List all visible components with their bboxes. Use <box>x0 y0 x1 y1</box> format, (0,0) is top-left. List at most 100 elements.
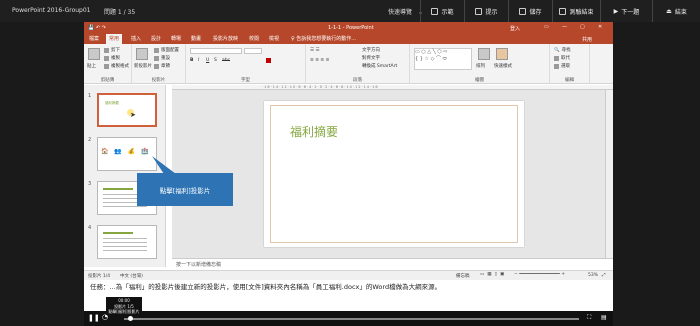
view-buttons[interactable]: ▭▦▯▣ <box>480 272 507 277</box>
align-buttons[interactable]: ≡ ≡ ≡ ≡ <box>310 58 329 63</box>
progress-knob[interactable] <box>128 316 133 321</box>
bullets-button[interactable]: ☰ ☰ <box>310 48 320 53</box>
tab-review[interactable]: 校閱 <box>246 34 262 44</box>
next-icon: ▶ <box>613 7 619 15</box>
arrange-button[interactable]: 排列 <box>476 63 485 69</box>
ribbon-tabs: 檔案 常用 插入 設計 轉場 動畫 投影片放映 校閱 檢視 ♀ 告訴我您想要執行… <box>84 34 613 44</box>
select-icon <box>554 63 559 69</box>
group-label-font: 字型 <box>241 78 250 83</box>
minimize-icon[interactable]: — <box>562 24 567 30</box>
ribbon: 貼上 剪下 複製 複製格式 剪貼簿 新投影片 版面配置 重設 章節 投影片 B … <box>84 44 613 84</box>
exit-button[interactable]: ⏏ 結束 <box>652 0 700 22</box>
shapes-gallery[interactable]: ▭ ○ △ ╲ ⬡ ⇨{ } ☆ ◇ ⌒ ⬭ <box>414 48 472 70</box>
new-slide-button[interactable]: 新投影片 <box>134 63 152 69</box>
signin-link[interactable]: 登入 <box>510 25 520 32</box>
font-color-icon <box>266 58 271 63</box>
pause-icon[interactable]: ❚❚ <box>88 314 100 322</box>
tab-view[interactable]: 檢視 <box>266 34 282 44</box>
select-button[interactable]: 選取 <box>554 63 570 69</box>
tab-design[interactable]: 設計 <box>148 34 164 44</box>
notes-pane[interactable]: 按一下以新增備忘稿 <box>172 258 613 268</box>
tab-transitions[interactable]: 轉場 <box>168 34 184 44</box>
progress-track[interactable] <box>124 318 579 320</box>
notes-toggle[interactable]: 備忘稿 <box>456 273 470 279</box>
font-name-combo[interactable] <box>190 48 242 54</box>
callout-pointer <box>152 156 176 174</box>
vertical-scrollbar[interactable] <box>605 90 613 260</box>
tab-home[interactable]: 常用 <box>106 34 123 44</box>
next-question-button[interactable]: ▶ 下一題 <box>600 0 652 22</box>
group-label-slides: 投影片 <box>151 78 166 83</box>
slide-editor: ·16·14·12·10·8·6·4·2·0·2·4·6·8·10·12·14·… <box>172 85 613 267</box>
window-title: 1-1-1 - PowerPoint <box>328 25 374 31</box>
slide-counter: 投影片 1/4 <box>88 274 111 279</box>
find-button[interactable]: 🔍 尋找 <box>554 47 571 54</box>
find-icon: 🔍 <box>554 47 560 53</box>
end-test-button[interactable]: 測驗結束 <box>552 0 600 22</box>
layout-icon <box>154 47 159 53</box>
tab-file[interactable]: 檔案 <box>86 34 102 44</box>
thumbnail-slide-1[interactable]: 福利摘要 ➤ <box>97 93 157 127</box>
quick-styles-button[interactable]: 快速樣式 <box>494 63 512 69</box>
new-slide-icon[interactable] <box>136 48 148 60</box>
group-editing: 🔍 尋找 取代 選取 編輯 <box>550 44 590 84</box>
group-label-paragraph: 段落 <box>353 78 362 83</box>
align-text-button[interactable]: 對齊文字 <box>362 55 380 61</box>
cut-icon <box>104 47 109 53</box>
tab-insert[interactable]: 插入 <box>128 34 144 44</box>
layout-button[interactable]: 版面配置 <box>154 47 179 53</box>
arrange-icon[interactable] <box>478 48 490 60</box>
thumb-title: 福利摘要 <box>105 101 119 105</box>
font-size-combo[interactable] <box>244 48 262 54</box>
cut-button[interactable]: 剪下 <box>104 47 120 53</box>
fullscreen-icon[interactable]: ⛶ <box>587 314 591 322</box>
font-color-button[interactable] <box>266 58 271 63</box>
tooltip-label: 點擊[福利]投影片 <box>108 309 140 314</box>
quick-styles-icon[interactable] <box>496 48 508 60</box>
video-player-bar: ❚❚ ◔ ⛶ ▤ <box>84 311 613 326</box>
bold-button[interactable]: B <box>190 58 193 63</box>
thumbnail-slide-2[interactable]: 🏠 👥 💰 🏥 <box>97 137 157 171</box>
tab-slideshow[interactable]: 投影片放映 <box>210 34 241 44</box>
quick-access-save-icon[interactable]: 💾 ↶ ↷ <box>88 25 106 31</box>
smartart-button[interactable]: 轉換成 SmartArt <box>362 63 397 69</box>
status-bar: 投影片 1/4 中文 (台灣) 備忘稿 ▭▦▯▣ − ━━━━━━━━━━━━━… <box>84 270 613 280</box>
demo-icon <box>431 7 439 15</box>
strikethrough-button[interactable]: abc <box>222 58 230 63</box>
slide-title[interactable]: 福利摘要 <box>290 123 338 140</box>
fit-slide-icon[interactable]: ⤢ <box>602 272 606 278</box>
zoom-slider[interactable]: − ━━━━━━━━━━━━━━━ + <box>514 272 565 277</box>
italic-button[interactable]: I <box>198 58 199 63</box>
hint-button[interactable]: 提示 <box>464 0 508 22</box>
demo-button[interactable]: 示範 <box>420 0 464 22</box>
section-button[interactable]: 章節 <box>154 63 170 69</box>
exit-icon: ⏏ <box>666 7 672 15</box>
group-drawing: ▭ ○ △ ╲ ⬡ ⇨{ } ☆ ◇ ⌒ ⬭ 排列 快速樣式 繪圖 <box>410 44 550 84</box>
text-direction-button[interactable]: 文字方向 <box>362 47 380 53</box>
slide-canvas[interactable]: 福利摘要 <box>264 101 524 247</box>
task-instructions: 任務：...為「福利」的投影片後建立新的投影片，使用[文件]資料夾內名稱為「員工… <box>84 280 613 311</box>
close-icon[interactable]: ✕ <box>598 24 602 30</box>
reset-button[interactable]: 重設 <box>154 55 170 61</box>
thumb-number: 4 <box>88 225 92 231</box>
language-dropdown[interactable]: 快速導覽 <box>388 7 423 16</box>
powerpoint-window: 💾 ↶ ↷ 1-1-1 - PowerPoint 登入 ▭ — ▢ ✕ 檔案 常… <box>84 22 613 280</box>
paste-button[interactable]: 貼上 <box>87 63 96 69</box>
share-button[interactable]: 共用 <box>582 36 592 43</box>
format-painter-button[interactable]: 複製格式 <box>104 63 129 69</box>
save-button[interactable]: 儲存 <box>508 0 552 22</box>
shadow-button[interactable]: S <box>214 58 217 63</box>
captions-icon[interactable]: ▤ <box>601 314 607 321</box>
copy-button[interactable]: 複製 <box>104 55 120 61</box>
ribbon-display-icon[interactable]: ▭ <box>544 24 549 30</box>
paste-icon[interactable] <box>88 48 100 60</box>
tell-me-box[interactable]: ♀ 告訴我您想要執行的動作... <box>288 34 359 44</box>
maximize-icon[interactable]: ▢ <box>580 24 585 30</box>
zoom-level[interactable]: 53% <box>588 273 598 278</box>
tab-animations[interactable]: 動畫 <box>188 34 204 44</box>
thumbnail-slide-4[interactable] <box>97 225 157 259</box>
replace-button[interactable]: 取代 <box>554 55 570 61</box>
underline-button[interactable]: U <box>206 58 209 63</box>
question-counter: 問題 1 / 35 <box>104 9 136 16</box>
thumb-icons: 🏠 👥 💰 🏥 <box>101 148 151 155</box>
